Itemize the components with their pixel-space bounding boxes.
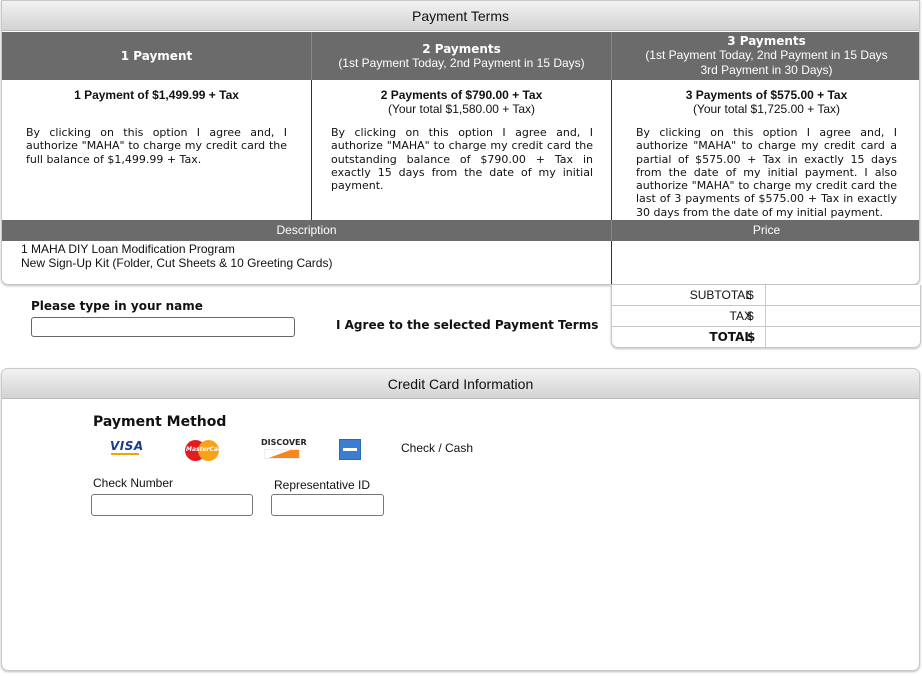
option-1-title: 1 Payment of $1,499.99 + Tax — [74, 88, 239, 102]
option-2-title: 2 Payments of $790.00 + Tax — [380, 88, 543, 102]
subtotal-row: SUBTOTAL $ — [612, 285, 920, 306]
discover-icon[interactable]: DISCOVER — [261, 437, 307, 461]
amex-icon[interactable] — [339, 437, 361, 461]
description-line: 1 MAHA DIY Loan Modification Program — [21, 242, 235, 256]
credit-card-title: Credit Card Information — [2, 369, 919, 399]
tax-row: TAX $ — [612, 306, 920, 327]
check-cash-option[interactable]: Check / Cash — [401, 441, 473, 455]
option-2-header-label: 2 Payments — [422, 41, 501, 56]
visa-icon[interactable]: VISA — [108, 437, 144, 461]
check-number-input[interactable] — [91, 494, 253, 516]
option-1-body[interactable]: 1 Payment of $1,499.99 + Tax By clicking… — [2, 80, 311, 219]
currency-symbol: $ — [747, 309, 754, 323]
option-3-subtitle: (Your total $1,725.00 + Tax) — [692, 102, 841, 116]
payment-terms-title: Payment Terms — [2, 1, 919, 31]
description-text: 1 MAHA DIY Loan Modification Program New… — [21, 242, 332, 270]
visa-stripe — [111, 453, 139, 455]
check-number-label: Check Number — [93, 476, 174, 490]
description-header: Description — [276, 223, 337, 237]
option-3-text: By clicking on this option I agree and, … — [636, 126, 897, 219]
mastercard-text: MasterCard — [186, 446, 226, 453]
cell-divider — [765, 285, 766, 306]
amex-badge — [339, 439, 361, 460]
price-header: Price — [752, 223, 781, 237]
name-input[interactable] — [31, 317, 295, 337]
option-1-header[interactable]: 1 Payment — [2, 32, 311, 80]
option-3-header-label: 3 Payments — [727, 34, 806, 48]
total-row: TOTAL $ — [612, 327, 920, 348]
option-2-header[interactable]: 2 Payments (1st Payment Today, 2nd Payme… — [312, 32, 611, 80]
option-3-title: 3 Payments of $575.00 + Tax — [685, 88, 848, 102]
agree-terms-label[interactable]: I Agree to the selected Payment Terms — [336, 318, 598, 332]
option-2-text: By clicking on this option I agree and, … — [331, 126, 593, 193]
visa-text: VISA — [110, 439, 144, 453]
currency-symbol: $ — [747, 288, 754, 302]
description-header-bar: Description Price — [2, 220, 919, 241]
option-3-header-sub-1: (1st Payment Today, 2nd Payment in 15 Da… — [645, 48, 888, 62]
cell-divider — [765, 306, 766, 327]
payment-method-label: Payment Method — [93, 414, 227, 430]
discover-stripe — [264, 449, 300, 459]
cell-divider — [765, 327, 766, 348]
divider — [611, 241, 612, 284]
description-line: New Sign-Up Kit (Folder, Cut Sheets & 10… — [21, 256, 333, 270]
subtotal-label: SUBTOTAL — [689, 288, 752, 302]
option-1-subtitle — [2, 102, 311, 116]
currency-symbol: $ — [747, 330, 756, 344]
option-3-header-sub-2: 3rd Payment in 30 Days) — [700, 63, 833, 77]
option-1-header-label: 1 Payment — [120, 49, 193, 63]
payment-options-header: 1 Payment 2 Payments (1st Payment Today,… — [2, 32, 919, 80]
totals-box: SUBTOTAL $ TAX $ TOTAL $ — [611, 285, 921, 348]
total-label: TOTAL — [709, 330, 752, 344]
option-3-body[interactable]: 3 Payments of $575.00 + Tax (Your total … — [612, 80, 921, 219]
payment-terms-panel: Payment Terms 1 Payment 2 Payments (1st … — [1, 0, 920, 285]
discover-text: DISCOVER — [261, 438, 307, 447]
representative-id-label: Representative ID — [274, 478, 371, 492]
option-2-subtitle: (Your total $1,580.00 + Tax) — [387, 102, 536, 116]
option-1-text: By clicking on this option I agree and, … — [26, 126, 287, 166]
mastercard-icon[interactable]: MasterCard — [185, 437, 226, 461]
name-label: Please type in your name — [31, 299, 203, 313]
divider — [611, 220, 612, 241]
option-2-header-sub: (1st Payment Today, 2nd Payment in 15 Da… — [338, 55, 585, 70]
option-2-body[interactable]: 2 Payments of $790.00 + Tax (Your total … — [312, 80, 611, 219]
representative-id-input[interactable] — [271, 494, 384, 516]
option-3-header[interactable]: 3 Payments (1st Payment Today, 2nd Payme… — [612, 32, 921, 80]
